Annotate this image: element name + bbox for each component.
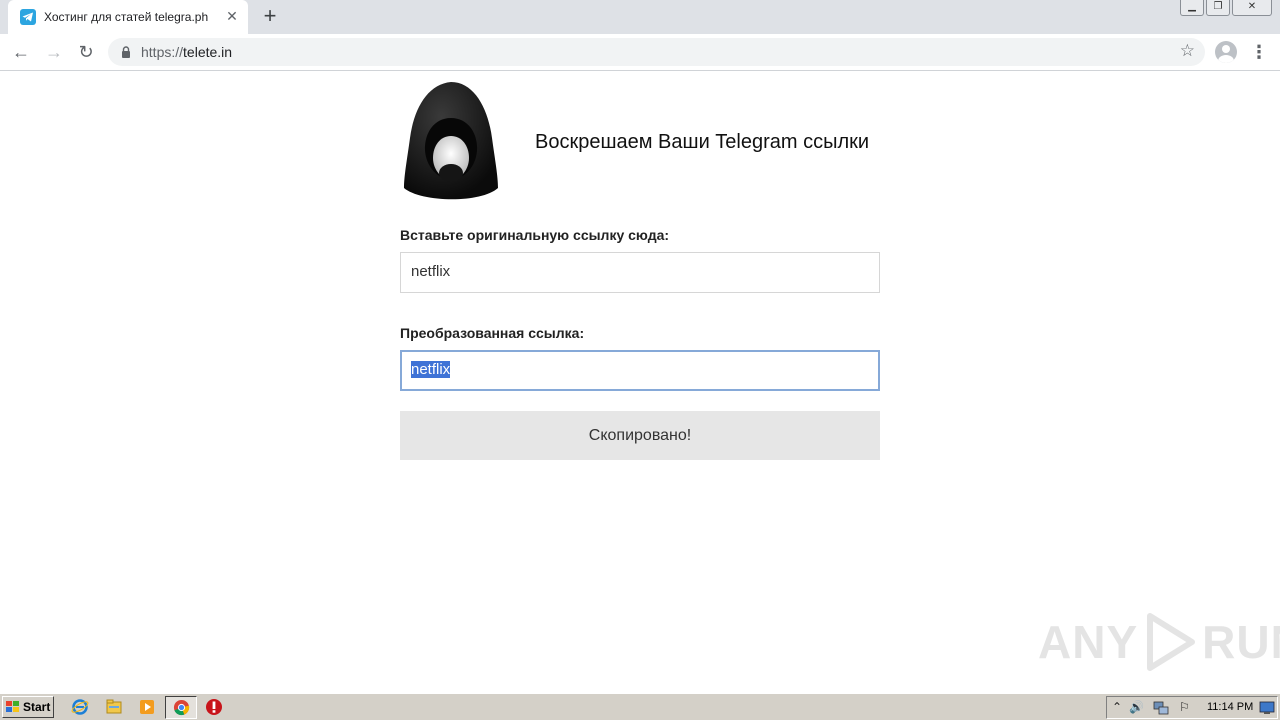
stop-shield-icon[interactable] [205, 698, 223, 716]
tab-strip: Хостинг для статей telegra.ph ✕ + ▁ ❐ ✕ [0, 0, 1280, 34]
converted-link-label: Преобразованная ссылка: [400, 325, 585, 341]
windows-logo-icon [6, 701, 20, 713]
media-player-icon[interactable] [138, 698, 156, 716]
bookmark-star-icon[interactable]: ☆ [1180, 41, 1195, 61]
restore-button[interactable]: ❐ [1206, 0, 1230, 16]
profile-avatar-icon[interactable] [1215, 41, 1237, 63]
watermark-right-text: RUN [1202, 616, 1280, 668]
converted-link-input[interactable]: netflix [400, 350, 880, 391]
page-headline: Воскрешаем Ваши Telegram ссылки [535, 131, 870, 153]
show-desktop-icon[interactable] [1259, 701, 1275, 715]
forward-button[interactable]: → [42, 40, 66, 64]
chrome-icon [173, 699, 190, 716]
original-link-value: netflix [411, 263, 451, 280]
url-text: https://telete.in [141, 44, 232, 60]
file-explorer-icon[interactable] [105, 698, 123, 716]
browser-tab[interactable]: Хостинг для статей telegra.ph ✕ [8, 0, 248, 34]
anyrun-watermark: ANY RUN [1038, 612, 1280, 672]
reload-button[interactable]: ↻ [74, 40, 98, 64]
tab-title: Хостинг для статей telegra.ph [44, 10, 209, 24]
new-tab-button[interactable]: + [258, 5, 282, 29]
converted-link-value: netflix [411, 361, 451, 378]
volume-icon[interactable]: 🔊 [1129, 700, 1144, 714]
play-logo-icon [1147, 613, 1196, 671]
telegram-favicon-icon [20, 9, 36, 25]
lock-icon [122, 46, 130, 58]
taskbar-clock[interactable]: 11:14 PM [1207, 701, 1253, 713]
start-label: Start [23, 700, 51, 714]
start-button[interactable]: Start [2, 696, 54, 718]
tray-expand-icon[interactable]: ⌃ [1112, 700, 1122, 714]
back-button[interactable]: ← [9, 40, 33, 64]
url-host: telete.in [183, 44, 233, 60]
watermark-left-text: ANY [1038, 616, 1139, 668]
system-tray: ⌃ 🔊 ⚐ 11:14 PM [1106, 696, 1278, 719]
original-link-input[interactable]: netflix [400, 252, 880, 293]
chrome-taskbar-button[interactable] [165, 696, 197, 719]
action-center-flag-icon[interactable]: ⚐ [1179, 700, 1190, 714]
copy-button[interactable]: Скопировано! [400, 411, 880, 460]
close-window-button[interactable]: ✕ [1232, 0, 1272, 16]
original-link-label: Вставьте оригинальную ссылку сюда: [400, 227, 670, 243]
windows-taskbar: Start ⌃ 🔊 ⚐ 11:14 PM [0, 693, 1280, 720]
url-scheme: https:// [141, 44, 184, 60]
window-controls: ▁ ❐ ✕ [1180, 0, 1272, 18]
hooded-figure-logo [404, 82, 498, 200]
browser-menu-icon[interactable]: ⋮ [1250, 40, 1268, 64]
network-icon[interactable] [1153, 701, 1169, 715]
page-content: Воскрешаем Ваши Telegram ссылки Вставьте… [0, 72, 1280, 692]
address-bar[interactable]: https://telete.in ☆ [108, 38, 1205, 66]
minimize-button[interactable]: ▁ [1180, 0, 1204, 16]
browser-toolbar: ← → ↻ https://telete.in ☆ [0, 34, 1280, 71]
tab-close-icon[interactable]: ✕ [224, 8, 240, 24]
internet-explorer-icon[interactable] [71, 698, 89, 716]
